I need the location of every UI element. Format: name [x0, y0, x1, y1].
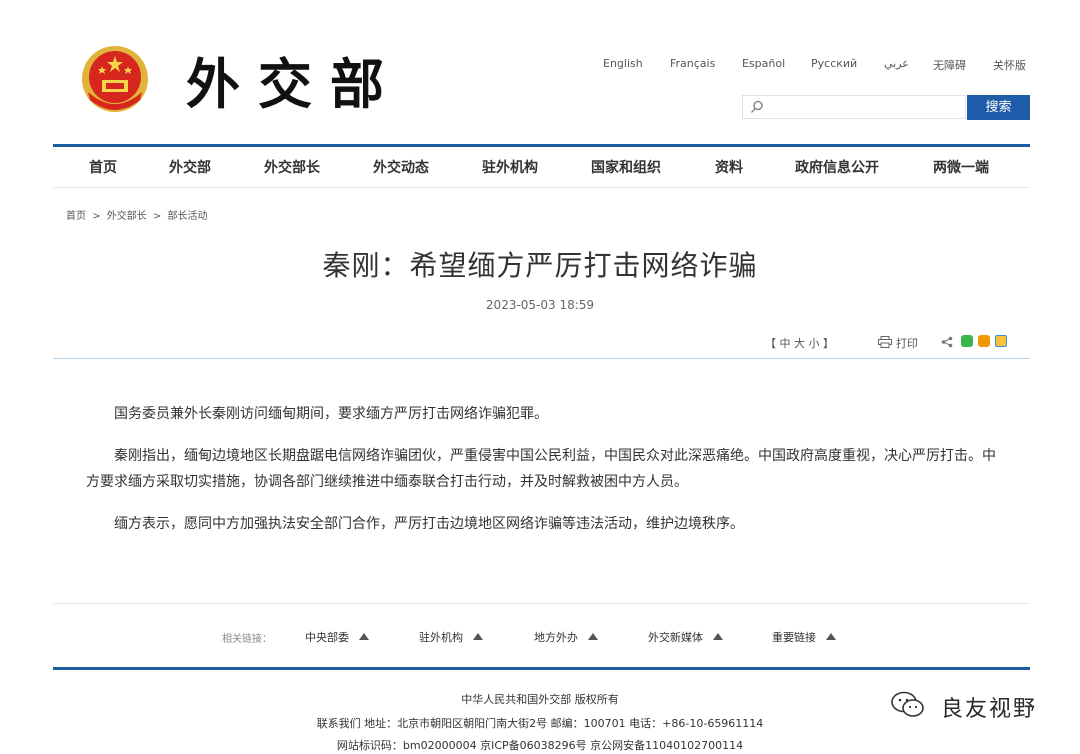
lang-arabic-link[interactable]: عربي — [884, 57, 909, 70]
article-date: 2023-05-03 18:59 — [485, 298, 595, 312]
nav-countries-orgs[interactable]: 国家和组织 — [591, 157, 661, 177]
nav-social-media[interactable]: 两微一端 — [933, 157, 989, 177]
related-missions-abroad[interactable]: 驻外机构 — [419, 629, 483, 645]
related-item-label: 中央部委 — [305, 631, 349, 644]
triangle-up-icon — [473, 633, 483, 640]
lang-french-link[interactable]: Français — [670, 57, 715, 70]
related-diplomatic-new-media[interactable]: 外交新媒体 — [648, 629, 723, 645]
lang-spanish-link[interactable]: Español — [742, 57, 785, 70]
related-item-label: 驻外机构 — [419, 631, 463, 644]
nav-diplomatic-news[interactable]: 外交动态 — [373, 157, 429, 177]
toolbar-divider — [53, 358, 1030, 359]
lang-russian-link[interactable]: Русский — [811, 57, 857, 70]
font-size-selector[interactable]: 【 中 大 小 】 — [765, 335, 834, 351]
search-button[interactable]: 搜索 — [967, 95, 1030, 120]
breadcrumb-activities[interactable]: 部长活动 — [168, 211, 208, 222]
search-input[interactable] — [742, 95, 966, 119]
nav-resources[interactable]: 资料 — [715, 157, 743, 177]
article-title: 秦刚：希望缅方严厉打击网络诈骗 — [322, 249, 758, 282]
print-link[interactable]: 打印 — [896, 335, 918, 351]
search-icon — [751, 100, 763, 113]
weibo-share-icon[interactable] — [978, 335, 990, 347]
related-item-label: 外交新媒体 — [648, 631, 703, 644]
related-local-fao[interactable]: 地方外办 — [534, 629, 598, 645]
triangle-up-icon — [826, 633, 836, 640]
qzone-share-icon[interactable] — [995, 335, 1007, 347]
lang-care-mode-link[interactable]: 关怀版 — [993, 57, 1026, 73]
nav-gov-info[interactable]: 政府信息公开 — [795, 157, 879, 177]
share-icon[interactable] — [941, 336, 953, 348]
nav-home[interactable]: 首页 — [89, 157, 117, 177]
triangle-up-icon — [359, 633, 369, 640]
nav-top-divider — [53, 144, 1030, 147]
article-paragraph: 国务委员兼外长秦刚访问缅甸期间，要求缅方严厉打击网络诈骗犯罪。 — [114, 406, 548, 422]
related-item-label: 地方外办 — [534, 631, 578, 644]
related-links-label: 相关链接： — [222, 634, 272, 645]
related-item-label: 重要链接 — [772, 631, 816, 644]
article-paragraph: 秦刚指出，缅甸边境地区长期盘踞电信网络诈骗团伙，严重侵害中国公民利益，中国民众对… — [86, 448, 996, 490]
breadcrumb: 首页 > 外交部长 > 部长活动 — [66, 207, 211, 222]
footer-divider — [53, 667, 1030, 670]
related-important-links[interactable]: 重要链接 — [772, 629, 836, 645]
triangle-up-icon — [588, 633, 598, 640]
wechat-share-icon[interactable] — [961, 335, 973, 347]
breadcrumb-separator: > — [92, 211, 101, 222]
site-logo-text[interactable]: 外交部 — [186, 48, 402, 120]
breadcrumb-separator: > — [152, 211, 162, 222]
footer-registration: 网站标识码：bm02000004 京ICP备06038296号 京公网安备110… — [336, 739, 744, 752]
print-icon — [878, 336, 892, 348]
breadcrumb-home[interactable]: 首页 — [66, 211, 86, 222]
nav-bottom-divider — [53, 187, 1030, 188]
related-divider — [53, 603, 1030, 604]
watermark-text: 良友视野 — [941, 697, 1038, 722]
lang-accessible-link[interactable]: 无障碍 — [933, 57, 966, 73]
wechat-watermark-icon — [891, 691, 924, 717]
triangle-up-icon — [713, 633, 723, 640]
article-paragraph: 缅方表示，愿同中方加强执法安全部门合作，严厉打击边境地区网络诈骗等违法活动，维护… — [114, 516, 744, 532]
lang-english-link[interactable]: English — [603, 57, 643, 70]
nav-missions-abroad[interactable]: 驻外机构 — [482, 157, 538, 177]
related-central-ministries[interactable]: 中央部委 — [305, 629, 369, 645]
national-emblem-icon — [82, 46, 148, 112]
nav-ministry[interactable]: 外交部 — [169, 157, 211, 177]
nav-minister[interactable]: 外交部长 — [264, 157, 320, 177]
breadcrumb-minister[interactable]: 外交部长 — [107, 211, 147, 222]
